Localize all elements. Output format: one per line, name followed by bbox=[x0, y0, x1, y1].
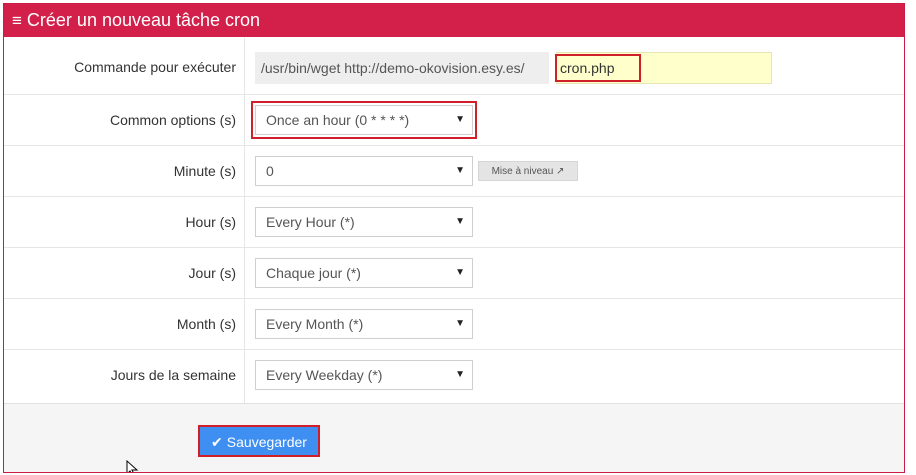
minute-label: Minute (s) bbox=[173, 163, 236, 179]
command-label: Commande pour exécuter bbox=[74, 59, 236, 75]
save-label: Sauvegarder bbox=[226, 434, 307, 450]
common-options-select[interactable]: Once an hour (0 * * * *) ▼ bbox=[251, 101, 477, 139]
minute-select[interactable]: 0 ▼ bbox=[255, 156, 473, 186]
day-value: Chaque jour (*) bbox=[266, 265, 361, 281]
weekday-value: Every Weekday (*) bbox=[266, 367, 383, 383]
month-value: Every Month (*) bbox=[266, 316, 364, 332]
panel-title: Créer un nouveau tâche cron bbox=[26, 10, 261, 30]
upgrade-label: Mise à niveau bbox=[491, 166, 554, 177]
command-value[interactable]: cron.php bbox=[555, 54, 641, 82]
weekday-label: Jours de la semaine bbox=[110, 367, 236, 383]
month-select[interactable]: Every Month (*) ▼ bbox=[255, 309, 473, 339]
day-label: Jour (s) bbox=[188, 265, 236, 281]
caret-down-icon: ▼ bbox=[455, 369, 465, 380]
cron-panel: ≡ Créer un nouveau tâche cron Commande p… bbox=[3, 3, 905, 473]
upgrade-button[interactable]: Mise à niveau ↗ bbox=[478, 161, 578, 181]
command-prefix: /usr/bin/wget http://demo-okovision.esy.… bbox=[255, 52, 549, 84]
caret-down-icon: ▼ bbox=[455, 165, 465, 176]
external-link-icon: ↗ bbox=[556, 166, 565, 177]
panel-header: ≡ Créer un nouveau tâche cron bbox=[4, 4, 904, 37]
caret-down-icon: ▼ bbox=[455, 216, 465, 227]
hour-value: Every Hour (*) bbox=[266, 214, 355, 230]
save-button[interactable]: ✔ Sauvegarder bbox=[198, 425, 320, 457]
day-select[interactable]: Chaque jour (*) ▼ bbox=[255, 258, 473, 288]
month-label: Month (s) bbox=[176, 316, 236, 332]
mouse-cursor-icon bbox=[126, 460, 139, 472]
common-options-label: Common options (s) bbox=[109, 112, 236, 128]
common-options-value: Once an hour (0 * * * *) bbox=[266, 112, 410, 128]
caret-down-icon: ▼ bbox=[455, 318, 465, 329]
caret-down-icon: ▼ bbox=[455, 114, 465, 125]
check-icon: ✔ bbox=[211, 434, 223, 450]
bars-icon: ≡ bbox=[12, 10, 22, 30]
hour-label: Hour (s) bbox=[185, 214, 236, 230]
caret-down-icon: ▼ bbox=[455, 267, 465, 278]
minute-value: 0 bbox=[266, 163, 274, 179]
weekday-select[interactable]: Every Weekday (*) ▼ bbox=[255, 360, 473, 390]
hour-select[interactable]: Every Hour (*) ▼ bbox=[255, 207, 473, 237]
